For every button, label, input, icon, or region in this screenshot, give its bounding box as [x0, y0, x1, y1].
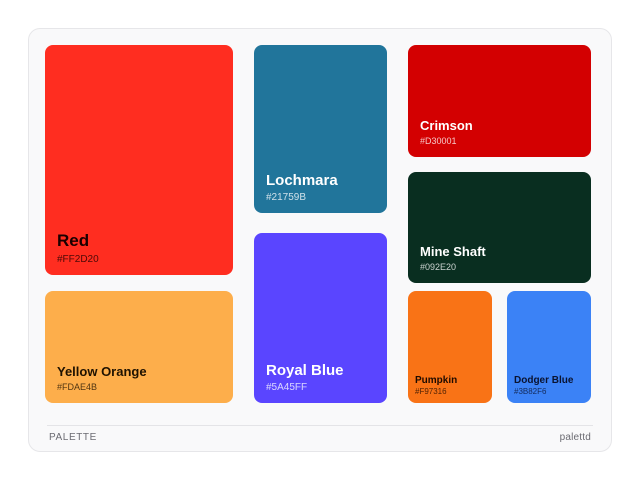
- swatch-info: Pumpkin #F97316: [415, 375, 484, 397]
- footer-divider: [47, 425, 593, 426]
- swatch-info: Red #FF2D20: [57, 231, 225, 265]
- swatch-name: Yellow Orange: [57, 364, 147, 380]
- swatch-info: Royal Blue #5A45FF: [266, 362, 379, 393]
- swatch-hex: #21759B: [266, 192, 307, 203]
- swatch-pumpkin[interactable]: Pumpkin #F97316: [408, 291, 492, 403]
- swatch-hex: #5A45FF: [266, 382, 308, 393]
- palette-label: PALETTE: [49, 432, 97, 443]
- swatch-info: Mine Shaft #092E20: [420, 244, 583, 273]
- brand-link[interactable]: palettd: [560, 432, 591, 443]
- swatch-dodger-blue[interactable]: Dodger Blue #3B82F6: [507, 291, 591, 403]
- swatch-crimson[interactable]: Crimson #D30001: [408, 45, 591, 157]
- swatch-hex: #D30001: [420, 136, 457, 147]
- swatch-hex: #FDAE4B: [57, 382, 98, 393]
- swatch-name: Dodger Blue: [514, 374, 574, 386]
- swatch-info: Dodger Blue #3B82F6: [514, 375, 583, 397]
- swatch-name: Lochmara: [266, 171, 338, 189]
- swatch-name: Red: [57, 231, 90, 251]
- swatch-name: Crimson: [420, 118, 473, 134]
- swatch-name: Royal Blue: [266, 361, 344, 379]
- palette-card: Red #FF2D20 Yellow Orange #FDAE4B Lochma…: [28, 28, 612, 452]
- swatch-red[interactable]: Red #FF2D20: [45, 45, 233, 275]
- swatch-yellow-orange[interactable]: Yellow Orange #FDAE4B: [45, 291, 233, 403]
- swatch-hex: #3B82F6: [514, 387, 547, 397]
- swatch-info: Yellow Orange #FDAE4B: [57, 364, 225, 393]
- swatch-name: Pumpkin: [415, 374, 458, 386]
- swatch-hex: #F97316: [415, 387, 447, 397]
- swatch-info: Crimson #D30001: [420, 118, 583, 147]
- swatch-info: Lochmara #21759B: [266, 172, 379, 203]
- swatch-hex: #FF2D20: [57, 254, 99, 265]
- swatch-lochmara[interactable]: Lochmara #21759B: [254, 45, 387, 213]
- swatch-royal-blue[interactable]: Royal Blue #5A45FF: [254, 233, 387, 403]
- swatch-mine-shaft[interactable]: Mine Shaft #092E20: [408, 172, 591, 283]
- swatch-hex: #092E20: [420, 262, 457, 273]
- swatch-name: Mine Shaft: [420, 244, 486, 260]
